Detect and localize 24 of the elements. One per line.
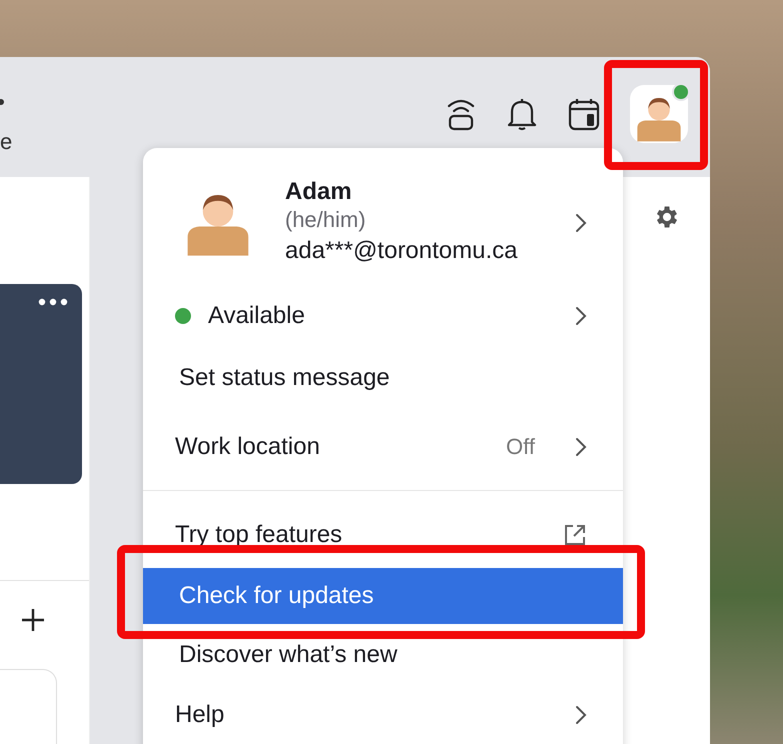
item-value: Off (506, 434, 535, 460)
chevron-right-icon (575, 704, 587, 724)
label-fragment: e (0, 129, 14, 155)
calendar-icon[interactable] (568, 97, 600, 131)
menu-item[interactable]: Check for updates (143, 568, 623, 624)
profile-item[interactable]: Adam (he/him) ada***@torontomu.ca (143, 148, 623, 288)
add-button[interactable] (20, 607, 46, 633)
external-link-icon (563, 522, 587, 546)
chevron-right-icon (575, 306, 587, 326)
account-avatar-button[interactable] (630, 85, 688, 143)
more-icon[interactable] (38, 298, 68, 306)
menu-item[interactable]: Discover what’s new (143, 624, 623, 686)
menu-item[interactable]: Work location Off (143, 412, 623, 482)
chevron-right-icon (575, 437, 587, 457)
menu-item[interactable]: Set status message (143, 344, 623, 412)
chevron-right-icon (575, 213, 587, 233)
menu-item[interactable]: Available (143, 288, 623, 344)
menu-item[interactable]: Help (143, 686, 623, 743)
profile-email: ada***@torontomu.ca (285, 236, 518, 266)
profile-name: Adam (285, 178, 353, 206)
hotspot-icon[interactable] (446, 97, 476, 131)
profile-pronouns: (he/him) (285, 206, 367, 234)
menu-item[interactable]: Try top features (143, 501, 623, 568)
bell-icon[interactable] (506, 97, 538, 131)
